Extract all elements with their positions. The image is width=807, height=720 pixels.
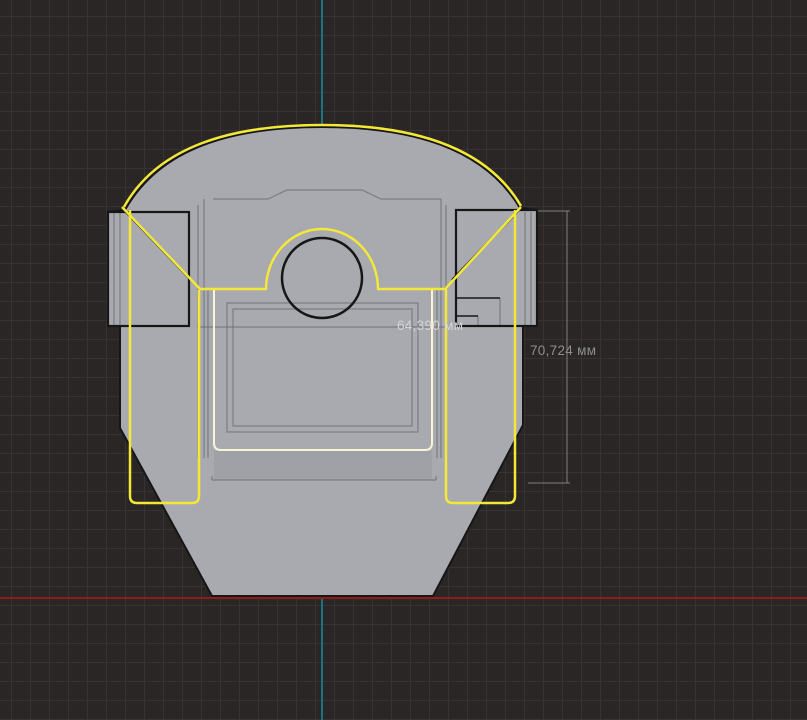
- model-scene: [0, 0, 807, 720]
- dimension-label-height[interactable]: 70,724 мм: [530, 343, 596, 358]
- cad-viewport[interactable]: 64,390 мм 70,724 мм: [0, 0, 807, 720]
- dimension-label-width[interactable]: 64,390 мм: [397, 318, 463, 333]
- model-body[interactable]: [108, 127, 537, 596]
- face-shade-band: [214, 451, 432, 480]
